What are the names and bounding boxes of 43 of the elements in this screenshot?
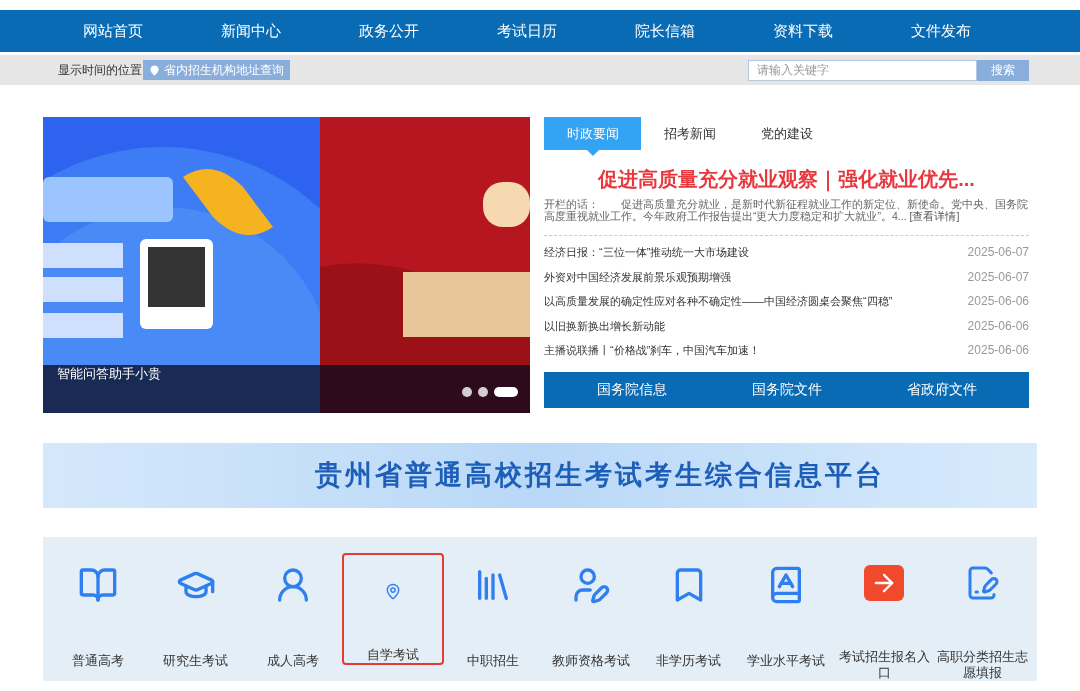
time-text: 显示时间的位置 — [58, 62, 142, 79]
slide-caption: 智能问答助手小贵 — [57, 364, 161, 383]
service-link[interactable]: 自学考试 — [342, 553, 445, 665]
service-link[interactable]: 研究生考试 — [146, 537, 245, 681]
news-tab[interactable]: 党的建设 — [738, 117, 835, 150]
news-date: 2025-06-06 — [967, 317, 1029, 335]
map-pin-icon — [149, 64, 160, 76]
nav-link[interactable]: 网站首页 — [44, 19, 182, 43]
nav-link[interactable]: 考试日历 — [458, 19, 596, 43]
nav-link[interactable]: 政务公开 — [320, 19, 458, 43]
service-link[interactable]: 学业水平考试 — [737, 537, 836, 681]
service-link[interactable]: 普通高考 — [49, 537, 147, 681]
info-tab[interactable]: 国务院信息 — [596, 379, 667, 400]
news-link[interactable]: 经济日报：“三位一体”推动统一大市场建设 — [544, 244, 750, 261]
news-summary: 开栏的话： 促进高质量充分就业，是新时代新征程就业工作的新定位、新使命。党中央、国务院高度重视就业工作。今年政府工作报告提出“更大力度稳定和扩大就业”。4... [查看详情] — [544, 198, 1029, 222]
service-link[interactable]: 非学历考试 — [639, 537, 738, 681]
news-date: 2025-06-07 — [967, 268, 1029, 286]
news-tab[interactable]: 招考新闻 — [641, 117, 738, 150]
news-link[interactable]: 外资对中国经济发展前景乐观预期增强 — [544, 268, 731, 285]
headline[interactable]: 促进高质量充分就业观察｜强化就业优先... — [544, 166, 1029, 192]
news-link[interactable]: 主播说联播丨“价格战”刹车，中国汽车加速！ — [544, 342, 761, 359]
service-link[interactable]: 中职招生 — [444, 537, 542, 681]
info-tab[interactable]: 省政府文件 — [906, 379, 977, 400]
nav-link[interactable]: 文件发布 — [872, 19, 1010, 43]
service-link[interactable]: 成人高考 — [244, 537, 343, 681]
arrow-right-icon — [864, 565, 905, 601]
news-date: 2025-06-06 — [967, 342, 1029, 360]
news-link[interactable]: 以旧换新换出增长新动能 — [544, 317, 665, 334]
more-link[interactable]: [查看详情] — [909, 210, 960, 222]
news-link[interactable]: 以高质量发展的确定性应对各种不确定性——中国经济圆桌会聚焦“四稳” — [544, 293, 893, 310]
service-link[interactable]: 考试招生报名入口 — [835, 537, 934, 681]
service-link[interactable]: 教师资格考试 — [542, 537, 640, 681]
tab-pointer-icon — [587, 150, 599, 156]
nav-link[interactable]: 新闻中心 — [182, 19, 320, 43]
nav-link[interactable]: 资料下载 — [734, 19, 872, 43]
info-tab[interactable]: 国务院文件 — [751, 379, 822, 400]
news-date: 2025-06-07 — [967, 244, 1029, 262]
nav-link[interactable]: 院长信箱 — [596, 19, 734, 43]
search-field[interactable]: 请输入关键字 — [748, 59, 977, 81]
service-link[interactable]: 高职分类招生志愿填报 — [933, 537, 1031, 681]
platform-banner[interactable]: 贵州省普通高校招生考试考生综合信息平台 — [43, 443, 1037, 508]
platform-title: 贵州省普通高校招生考试考生综合信息平台 — [315, 459, 885, 493]
news-date: 2025-06-06 — [967, 293, 1029, 311]
